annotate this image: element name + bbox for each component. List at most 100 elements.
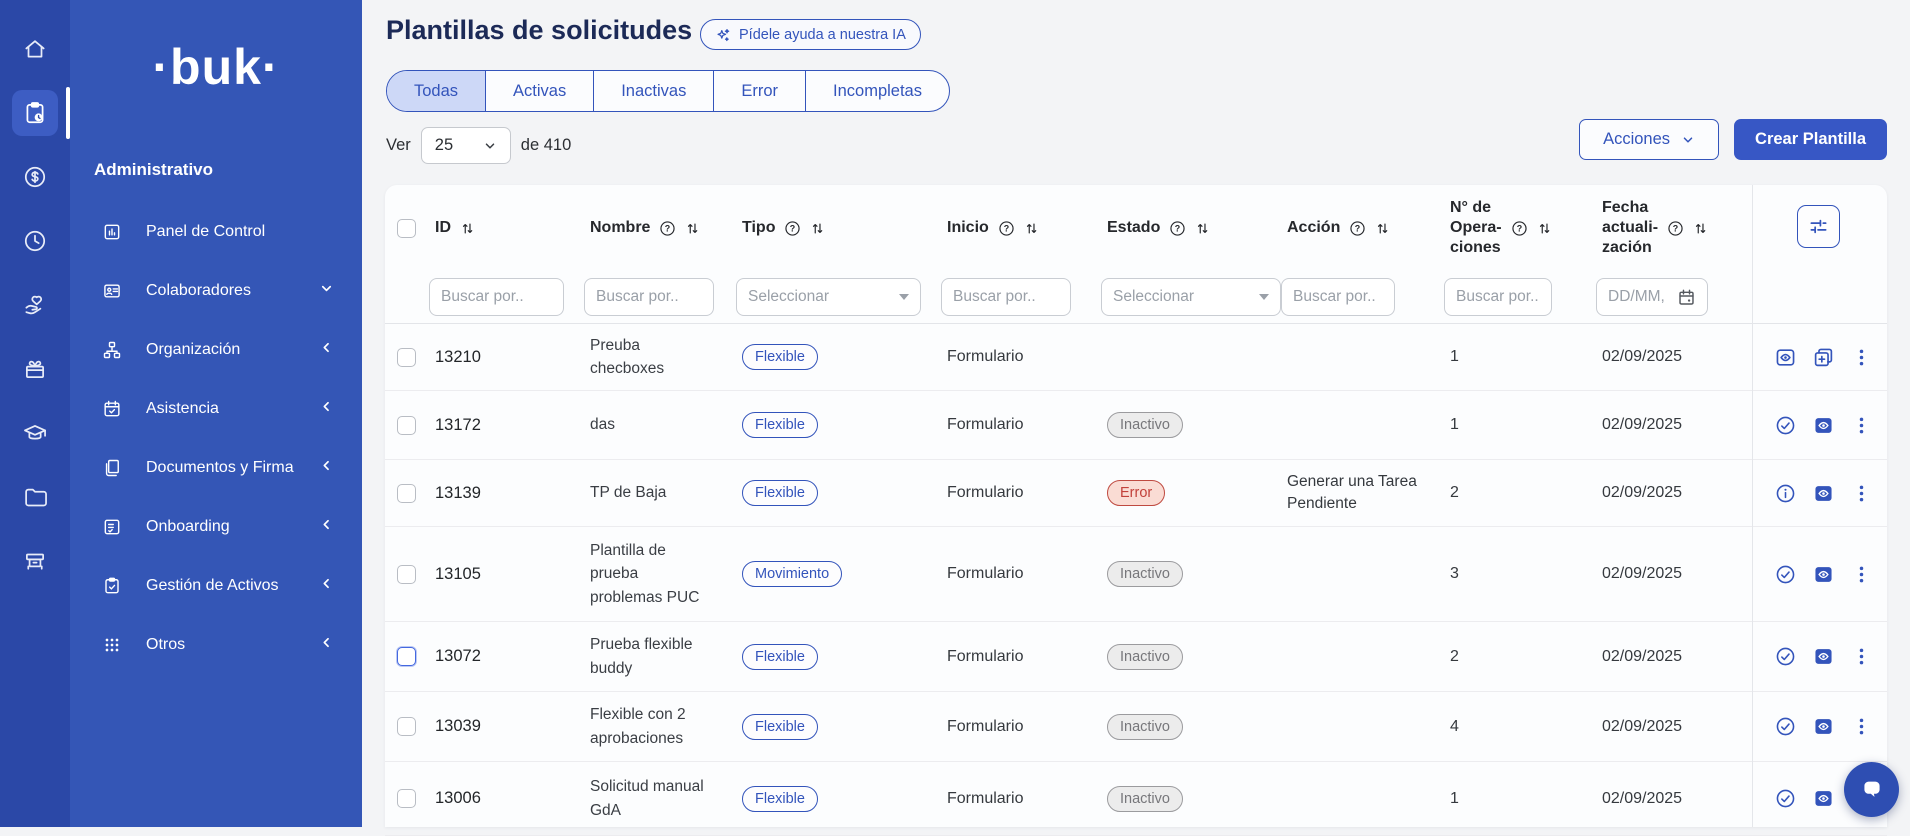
duplicate-icon[interactable] xyxy=(1813,347,1834,368)
sort-icon[interactable] xyxy=(460,221,475,236)
preview-icon[interactable] xyxy=(1813,788,1834,809)
help-icon[interactable]: ? xyxy=(1349,220,1366,237)
kebab-menu-icon[interactable] xyxy=(1851,716,1872,737)
info-icon[interactable] xyxy=(1775,483,1796,504)
row-operaciones: 2 xyxy=(1440,648,1592,666)
sort-icon[interactable] xyxy=(1375,221,1390,236)
kebab-menu-icon[interactable] xyxy=(1851,483,1872,504)
preview-icon[interactable] xyxy=(1813,415,1834,436)
sparkle-icon xyxy=(715,27,731,43)
remunerations-icon[interactable] xyxy=(12,154,58,200)
tab-activas[interactable]: Activas xyxy=(486,71,594,111)
search-input[interactable]: Buscar por.. xyxy=(429,278,564,316)
column-settings-button[interactable] xyxy=(1797,205,1840,248)
placeholder-text: DD/MM, xyxy=(1608,288,1665,306)
row-nombre: Prueba flexible buddy xyxy=(580,633,732,680)
preview-icon[interactable] xyxy=(1813,564,1834,585)
check-circle-icon[interactable] xyxy=(1775,564,1796,585)
row-checkbox[interactable] xyxy=(397,348,416,367)
kebab-menu-icon[interactable] xyxy=(1851,415,1872,436)
sort-icon[interactable] xyxy=(685,221,700,236)
check-circle-icon[interactable] xyxy=(1775,788,1796,809)
crear-plantilla-button[interactable]: Crear Plantilla xyxy=(1734,119,1887,160)
sort-icon[interactable] xyxy=(1195,221,1210,236)
row-checkbox[interactable] xyxy=(397,717,416,736)
sidebar-item-panel-de-control[interactable]: Panel de Control xyxy=(70,202,362,261)
requests-clipboard-icon[interactable] xyxy=(12,90,58,136)
search-input[interactable]: Buscar por.. xyxy=(941,278,1071,316)
search-input[interactable]: Buscar por.. xyxy=(1281,278,1395,316)
sort-icon[interactable] xyxy=(1537,221,1552,236)
row-nombre: Plantilla de prueba problemas PUC xyxy=(580,539,732,609)
help-icon[interactable]: ? xyxy=(659,220,676,237)
help-icon[interactable]: ? xyxy=(1667,220,1684,237)
check-circle-icon[interactable] xyxy=(1775,716,1796,737)
help-icon[interactable]: ? xyxy=(998,220,1015,237)
kebab-menu-icon[interactable] xyxy=(1851,347,1872,368)
help-icon[interactable]: ? xyxy=(1169,220,1186,237)
date-filter[interactable]: DD/MM, xyxy=(1596,278,1708,316)
preview-icon[interactable] xyxy=(1813,646,1834,667)
row-estado: Inactivo xyxy=(1097,786,1277,812)
home-icon[interactable] xyxy=(12,26,58,72)
tab-incompletas[interactable]: Incompletas xyxy=(806,71,949,111)
row-checkbox[interactable] xyxy=(397,647,416,666)
select-all-checkbox[interactable] xyxy=(397,219,416,238)
sidebar-item-label: Panel de Control xyxy=(146,223,334,241)
row-checkbox-cell xyxy=(385,484,425,503)
sort-icon[interactable] xyxy=(1693,221,1708,236)
sidebar-item-onboarding[interactable]: Onboarding xyxy=(70,497,362,556)
table-row: 13072Prueba flexible buddyFlexibleFormul… xyxy=(385,622,1887,692)
row-id: 13105 xyxy=(425,565,580,584)
page-size-select[interactable]: 25 xyxy=(421,127,511,164)
select-filter[interactable]: Seleccionar xyxy=(1101,278,1281,316)
row-id: 13072 xyxy=(425,647,580,666)
preview-icon[interactable] xyxy=(1775,347,1796,368)
archive-icon[interactable] xyxy=(12,538,58,584)
kebab-menu-icon[interactable] xyxy=(1851,564,1872,585)
row-actions xyxy=(1752,646,1887,667)
row-checkbox[interactable] xyxy=(397,789,416,808)
chat-bubble-button[interactable] xyxy=(1844,762,1899,817)
sort-icon[interactable] xyxy=(810,221,825,236)
training-icon[interactable] xyxy=(12,410,58,456)
files-icon[interactable] xyxy=(12,474,58,520)
sidebar-item-colaboradores[interactable]: Colaboradores xyxy=(70,261,362,320)
help-icon[interactable]: ? xyxy=(784,220,801,237)
placeholder-text: Buscar por.. xyxy=(1456,288,1539,306)
help-icon[interactable]: ? xyxy=(1511,220,1528,237)
kebab-menu-icon[interactable] xyxy=(1851,646,1872,667)
row-checkbox[interactable] xyxy=(397,484,416,503)
search-input[interactable]: Buscar por.. xyxy=(584,278,714,316)
acciones-button[interactable]: Acciones xyxy=(1579,119,1719,160)
svg-text:?: ? xyxy=(665,223,670,233)
search-input[interactable]: Buscar por.. xyxy=(1444,278,1552,316)
sidebar-item-gesti-n-de-activos[interactable]: Gestión de Activos xyxy=(70,556,362,615)
status-tabs: TodasActivasInactivasErrorIncompletas xyxy=(386,70,950,112)
row-operaciones: 4 xyxy=(1440,718,1592,736)
gift-icon[interactable] xyxy=(12,346,58,392)
sidebar-item-organizaci-n[interactable]: Organización xyxy=(70,320,362,379)
preview-icon[interactable] xyxy=(1813,716,1834,737)
row-checkbox[interactable] xyxy=(397,416,416,435)
header-checkbox-cell xyxy=(385,219,425,238)
benefits-icon[interactable] xyxy=(12,282,58,328)
row-checkbox[interactable] xyxy=(397,565,416,584)
tab-error[interactable]: Error xyxy=(714,71,806,111)
ai-help-button[interactable]: Pídele ayuda a nuestra IA xyxy=(700,19,921,50)
tab-inactivas[interactable]: Inactivas xyxy=(594,71,714,111)
tab-todas[interactable]: Todas xyxy=(387,71,486,111)
select-filter[interactable]: Seleccionar xyxy=(736,278,921,316)
check-circle-icon[interactable] xyxy=(1775,646,1796,667)
chevron-left-icon xyxy=(319,399,334,419)
sidebar-item-documentos-y-firma[interactable]: Documentos y Firma xyxy=(70,438,362,497)
row-id: 13172 xyxy=(425,416,580,435)
row-tipo: Flexible xyxy=(732,714,937,740)
sidebar-item-otros[interactable]: Otros xyxy=(70,615,362,674)
sidebar-item-asistencia[interactable]: Asistencia xyxy=(70,379,362,438)
time-icon[interactable] xyxy=(12,218,58,264)
svg-text:?: ? xyxy=(1355,223,1360,233)
sort-icon[interactable] xyxy=(1024,221,1039,236)
preview-icon[interactable] xyxy=(1813,483,1834,504)
check-circle-icon[interactable] xyxy=(1775,415,1796,436)
